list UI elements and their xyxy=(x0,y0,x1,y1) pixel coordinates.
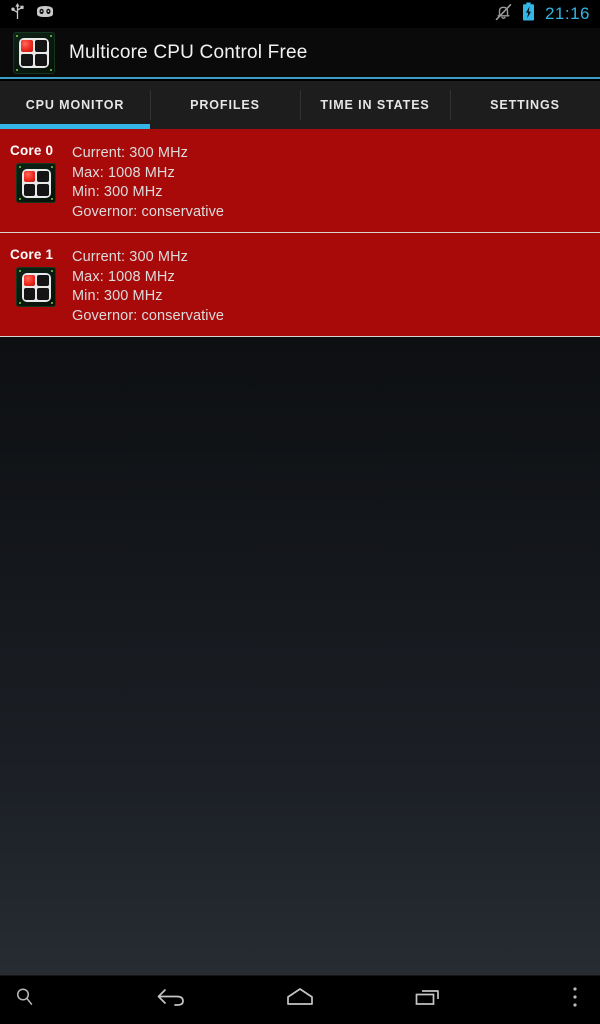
device-screen: 21:16 Multicore CPU Control Free CPU MON… xyxy=(0,0,600,1024)
tab-label: PROFILES xyxy=(190,98,260,112)
home-icon xyxy=(281,984,319,1015)
core-row[interactable]: Core 0 Current: 300 MHz Max: 1008 MHz Mi… xyxy=(0,129,600,232)
tab-profiles[interactable]: PROFILES xyxy=(150,81,300,129)
home-button[interactable] xyxy=(270,975,330,1024)
cpu-cores-list: Core 0 Current: 300 MHz Max: 1008 MHz Mi… xyxy=(0,129,600,337)
core-min-freq: Min: 300 MHz xyxy=(72,288,163,304)
status-bar: 21:16 xyxy=(0,0,600,28)
recents-button[interactable] xyxy=(398,975,458,1024)
system-navigation-bar xyxy=(0,975,600,1024)
battery-charging-icon xyxy=(522,2,535,26)
core-min-freq: Min: 300 MHz xyxy=(72,184,163,200)
page-title: Multicore CPU Control Free xyxy=(69,41,308,63)
core-identity: Core 1 xyxy=(0,246,72,326)
core-name-label: Core 0 xyxy=(10,143,54,158)
core-details: Current: 300 MHz Max: 1008 MHz Min: 300 … xyxy=(72,142,224,222)
cpu-chip-icon xyxy=(13,31,55,74)
core-current-freq: Current: 300 MHz xyxy=(72,249,189,265)
app-title-bar: Multicore CPU Control Free xyxy=(0,28,600,79)
core-governor: Governor: conservative xyxy=(72,203,225,220)
tab-label: SETTINGS xyxy=(490,98,560,112)
status-bar-clock: 21:16 xyxy=(544,4,590,23)
core-identity: Core 0 xyxy=(0,142,72,222)
core-max-freq: Max: 1008 MHz xyxy=(72,164,175,181)
cpu-chip-icon xyxy=(16,163,56,203)
tab-settings[interactable]: SETTINGS xyxy=(450,81,600,129)
core-row[interactable]: Core 1 Current: 300 MHz Max: 1008 MHz Mi… xyxy=(0,232,600,336)
tab-cpu-monitor[interactable]: CPU MONITOR xyxy=(0,81,150,129)
cyanogenmod-icon xyxy=(35,4,55,24)
usb-icon xyxy=(10,3,25,25)
back-button[interactable] xyxy=(142,975,202,1024)
core-details: Current: 300 MHz Max: 1008 MHz Min: 300 … xyxy=(72,246,224,326)
search-icon xyxy=(13,985,37,1014)
recents-icon xyxy=(411,984,445,1015)
overflow-menu-button[interactable] xyxy=(545,975,600,1024)
status-bar-right-icons: 21:16 xyxy=(495,2,600,26)
empty-content-area xyxy=(0,337,600,975)
tab-bar: CPU MONITOR PROFILES TIME IN STATES SETT… xyxy=(0,81,600,129)
back-arrow-icon xyxy=(155,984,189,1015)
cpu-chip-icon xyxy=(16,267,56,307)
more-vertical-icon xyxy=(572,986,578,1013)
tab-time-in-states[interactable]: TIME IN STATES xyxy=(300,81,450,129)
tab-label: CPU MONITOR xyxy=(25,98,125,112)
search-button[interactable] xyxy=(0,975,55,1024)
core-governor: Governor: conservative xyxy=(72,307,225,324)
core-name-label: Core 1 xyxy=(10,247,54,262)
status-bar-left-icons xyxy=(0,3,495,25)
tab-label: TIME IN STATES xyxy=(320,98,430,112)
silent-mode-icon xyxy=(495,3,512,26)
core-current-freq: Current: 300 MHz xyxy=(72,145,189,161)
core-max-freq: Max: 1008 MHz xyxy=(72,268,175,285)
